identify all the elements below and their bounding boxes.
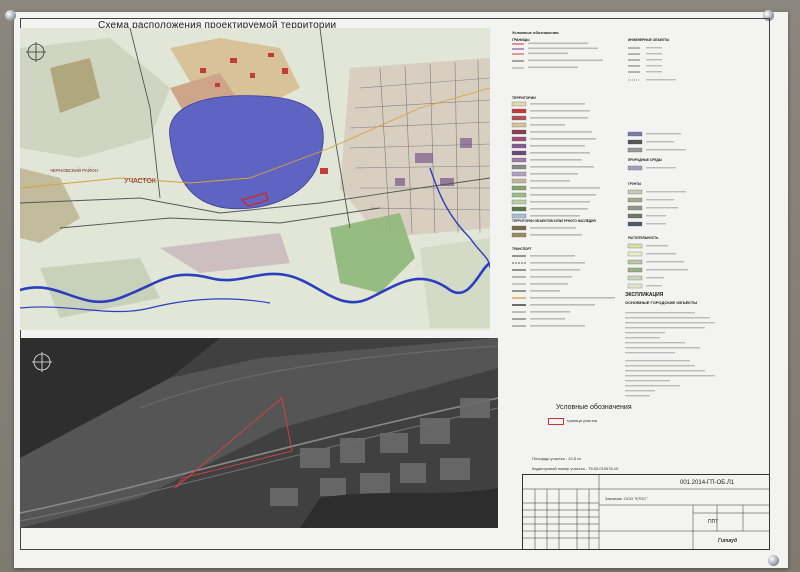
district-label: ЧЕРНОВСКИЙ РАЙОН [50, 168, 98, 173]
explication-subtitle: ОСНОВНЫЕ ГОРОДСКИЕ ОБЪЕКТЫ [625, 300, 698, 305]
map-drawing [20, 28, 490, 330]
legend-heritage-heading: ТЕРРИТОРИИ ОБЪЕКТОВ КУЛЬТУРНОГО НАСЛЕДИЯ [512, 219, 596, 223]
legend-nature-heading: ПРИРОДНЫЕ СРЕДЫ [628, 158, 662, 162]
legend-engineering-heading: ИНЖЕНЕРНЫЕ ОБЪЕКТЫ [628, 38, 670, 42]
company-logo: Гитвуд [718, 538, 738, 544]
satellite-legend-title: Условные обозначения [556, 404, 632, 411]
drawing-code: 001.2014-ГП-ОБ.Л1 [680, 480, 735, 486]
explication-list [625, 312, 715, 397]
customer-text: Заказчик: ООО "КТОС" [605, 496, 648, 501]
satellite-image[interactable] [20, 338, 498, 528]
cadastral-text: Кадастровый номер участка - 75:32:010576… [532, 466, 619, 471]
pin-icon [5, 10, 16, 21]
territory-map[interactable]: ЧЕРНОВСКИЙ РАЙОН УЧАСТОК [20, 28, 490, 330]
satellite-drawing [20, 338, 498, 528]
legend-transport-heading: ТРАНСПОРТ [512, 247, 532, 251]
explication-title: ЭКСПЛИКАЦИЯ [625, 292, 664, 298]
boundary-swatch [548, 418, 564, 425]
plot-label: УЧАСТОК [124, 178, 156, 185]
legend-vegetation-heading: РАСТИТЕЛЬНОСТЬ [628, 236, 659, 240]
boundary-label: граница участка [567, 418, 598, 423]
pin-icon [768, 555, 779, 566]
legend-soil-heading: ГРУНТЫ [628, 182, 642, 186]
stage-text: ППТ [708, 519, 719, 525]
area-text: Площадь участка - 22,5 га [532, 456, 581, 461]
